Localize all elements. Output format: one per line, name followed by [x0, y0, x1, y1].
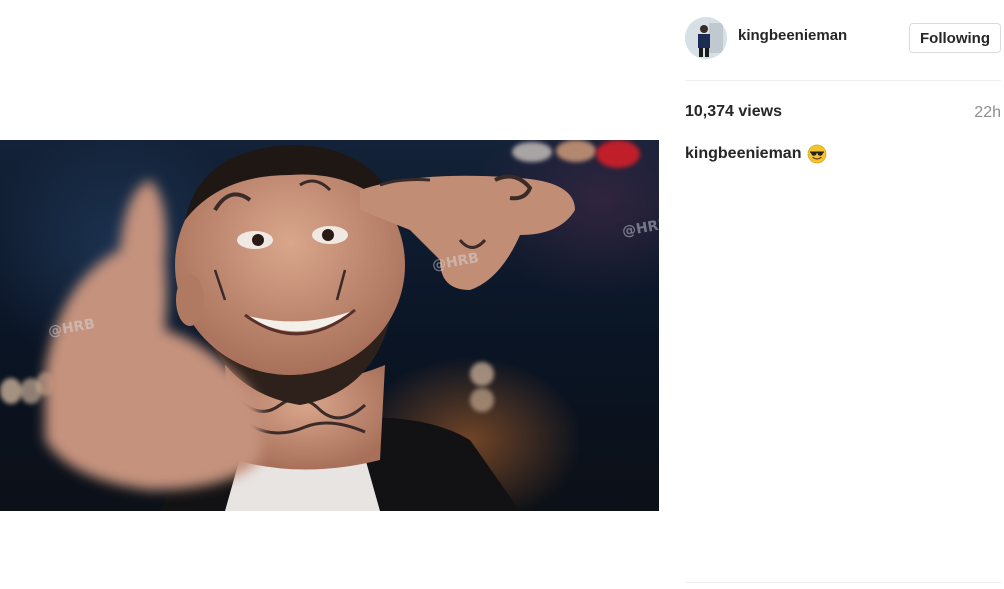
divider: [685, 582, 1001, 583]
avatar[interactable]: [685, 17, 727, 59]
post-header: kingbeenieman Following: [685, 14, 1001, 64]
instagram-post: @HRB @HRB @HRB kingbeenieman Following 1…: [0, 0, 1004, 589]
username[interactable]: kingbeenieman: [738, 27, 847, 44]
smiling-face-with-sunglasses-icon: [808, 144, 827, 164]
views-count[interactable]: 10,374 views: [685, 103, 782, 121]
divider: [685, 80, 1001, 81]
caption: kingbeenieman: [685, 144, 827, 164]
post-sidebar: kingbeenieman Following 10,374 views 22h…: [685, 0, 1004, 589]
post-image[interactable]: @HRB @HRB @HRB: [0, 140, 659, 511]
avatar-image: [685, 17, 727, 59]
person-illustration: [45, 145, 575, 511]
post-time[interactable]: 22h: [974, 104, 1001, 122]
following-button[interactable]: Following: [909, 23, 1001, 53]
caption-username[interactable]: kingbeenieman: [685, 145, 801, 163]
